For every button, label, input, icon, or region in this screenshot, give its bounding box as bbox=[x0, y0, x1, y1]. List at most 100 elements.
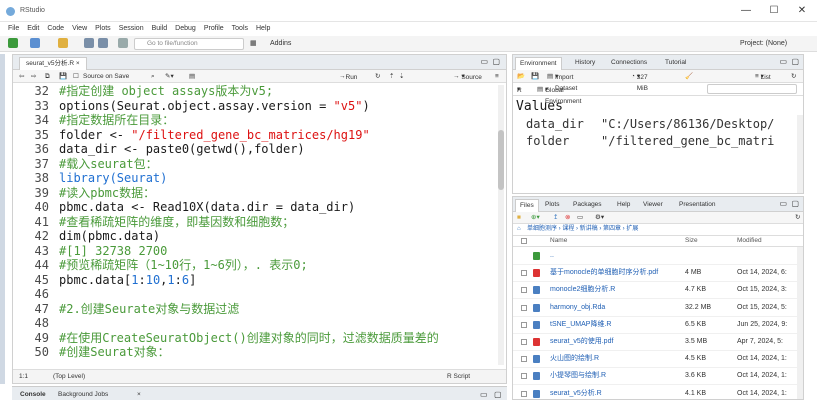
show-in-window-icon[interactable]: ⧉ bbox=[45, 71, 50, 82]
select-all-checkbox[interactable] bbox=[521, 238, 527, 244]
scrollbar-thumb[interactable] bbox=[498, 130, 504, 190]
file-checkbox[interactable] bbox=[521, 304, 527, 311]
menu-file[interactable]: File bbox=[0, 22, 23, 36]
file-name[interactable]: seurat_v5的使用.pdf bbox=[550, 334, 613, 350]
scope-dropdown[interactable]: ▤ Global Environment ▾ bbox=[537, 84, 581, 105]
source-file-tab[interactable]: seurat_v5分析.R × bbox=[19, 57, 87, 70]
code-line[interactable]: 35 folder <- "/filtered_gene_bc_matrices/… bbox=[13, 128, 499, 143]
close-button[interactable]: ✕ bbox=[791, 4, 813, 18]
delete-icon[interactable]: ⊗ bbox=[565, 213, 570, 223]
jump-down-icon[interactable]: ⇣ bbox=[399, 71, 404, 82]
file-checkbox[interactable] bbox=[521, 270, 527, 277]
tab-packages[interactable]: Packages bbox=[569, 199, 606, 212]
code-line[interactable]: 37 #载入seurat包： bbox=[13, 157, 499, 172]
file-name[interactable]: 小提琴图与绘制.R bbox=[550, 368, 606, 384]
minimize-button[interactable]: — bbox=[735, 4, 757, 18]
tab-background-jobs[interactable]: Background Jobs bbox=[58, 389, 108, 400]
code-line[interactable]: 32 #指定创建 object assays版本为v5; bbox=[13, 84, 499, 99]
code-line[interactable]: 44 #预览稀疏矩阵（1~10行，1~6列），. 表示0; bbox=[13, 258, 499, 273]
col-name[interactable]: Name bbox=[550, 236, 567, 246]
search-icon[interactable]: ⌕ bbox=[151, 71, 155, 82]
file-checkbox[interactable] bbox=[521, 287, 527, 294]
tab-history[interactable]: History bbox=[571, 57, 599, 70]
new-folder-icon[interactable]: ■ bbox=[517, 213, 521, 223]
home-icon[interactable]: ⌂ bbox=[517, 224, 521, 235]
source-on-save-checkbox[interactable]: ☐ bbox=[73, 71, 79, 82]
menu-edit[interactable]: Edit bbox=[23, 22, 43, 36]
code-line[interactable]: 45 pbmc.data[1:10,1:6] bbox=[13, 273, 499, 288]
file-checkbox[interactable] bbox=[521, 373, 527, 380]
code-line[interactable]: 33 options(Seurat.object.assay.version = … bbox=[13, 99, 499, 114]
code-line[interactable]: 36 data_dir <- paste0(getwd(),folder) bbox=[13, 142, 499, 157]
upload-icon[interactable]: ↥ bbox=[553, 213, 558, 223]
menu-session[interactable]: Session bbox=[115, 22, 148, 36]
file-checkbox[interactable] bbox=[521, 321, 527, 328]
file-row[interactable]: monocle2细胞分析.R 4.7 KB Oct 15, 2024, 3: bbox=[513, 282, 803, 300]
menu-code[interactable]: Code bbox=[43, 22, 68, 36]
menu-debug[interactable]: Debug bbox=[171, 22, 200, 36]
code-editor[interactable]: 32 #指定创建 object assays版本为v5; 33 options(Seu… bbox=[13, 84, 499, 369]
breadcrumb-path[interactable]: 单细胞测序 › 课程 › 新讲稿 › 第四章 › 扩展 bbox=[527, 224, 638, 235]
tab-help[interactable]: Help bbox=[613, 199, 634, 212]
col-size[interactable]: Size bbox=[685, 236, 698, 246]
addins-button[interactable]: Addins bbox=[270, 38, 291, 50]
outline-icon[interactable]: ≡ bbox=[495, 71, 499, 82]
console-maximize-icon[interactable]: ▢ bbox=[494, 389, 502, 400]
file-name[interactable]: tSNE_UMAP降维.R bbox=[550, 317, 611, 333]
file-row[interactable]: 火山图的绘制.R 4.5 KB Oct 14, 2024, 1: bbox=[513, 351, 803, 369]
menu-plots[interactable]: Plots bbox=[91, 22, 115, 36]
env-scrollbar[interactable] bbox=[797, 115, 803, 193]
print-button[interactable] bbox=[118, 38, 128, 50]
file-row[interactable]: 小提琴图与绘制.R 3.6 KB Oct 14, 2024, 1: bbox=[513, 368, 803, 386]
jump-up-icon[interactable]: ⇡ bbox=[389, 71, 394, 82]
refresh-env-icon[interactable]: ↻ bbox=[791, 71, 796, 82]
code-line[interactable]: 42 dim(pbmc.data) bbox=[13, 229, 499, 244]
close-jobs-icon[interactable]: × bbox=[137, 389, 141, 400]
menu-view[interactable]: View bbox=[68, 22, 91, 36]
file-name[interactable]: 基于monocle的单细胞时序分析.pdf bbox=[550, 265, 658, 281]
save-workspace-icon[interactable]: 💾 bbox=[531, 71, 539, 82]
save-file-icon[interactable]: 💾 bbox=[59, 71, 67, 82]
run-button[interactable]: → Run bbox=[339, 71, 357, 82]
import-dataset-button[interactable]: ▤ Import Dataset ▾ bbox=[547, 71, 577, 92]
file-row[interactable]: seurat_v5分析.R 4.1 KB Oct 14, 2024, 1: bbox=[513, 386, 803, 400]
code-line[interactable]: 43 #[1] 32738 2700 bbox=[13, 244, 499, 259]
source-button[interactable]: → Source ▾ bbox=[453, 71, 482, 82]
close-tab-icon[interactable]: × bbox=[76, 60, 80, 67]
tab-presentation[interactable]: Presentation bbox=[675, 199, 720, 212]
menu-help[interactable]: Help bbox=[252, 22, 274, 36]
file-name[interactable]: .. bbox=[550, 248, 554, 264]
minimize-pane-icon[interactable]: ▭ bbox=[480, 57, 488, 66]
menu-build[interactable]: Build bbox=[148, 22, 172, 36]
file-row[interactable]: 基于monocle的单细胞时序分析.pdf 4 MB Oct 14, 2024, 6… bbox=[513, 265, 803, 283]
tab-viewer[interactable]: Viewer bbox=[639, 199, 667, 212]
code-line[interactable]: 39 #读入pbmc数据： bbox=[13, 186, 499, 201]
tab-console[interactable]: Console bbox=[20, 389, 46, 400]
grid-icon[interactable]: ▦ bbox=[250, 38, 257, 50]
tab-tutorial[interactable]: Tutorial bbox=[661, 57, 690, 70]
save-button[interactable] bbox=[84, 38, 94, 50]
goto-file-input[interactable]: Go to file/function bbox=[134, 38, 244, 50]
console-minimize-icon[interactable]: ▭ bbox=[480, 389, 488, 400]
open-workspace-icon[interactable]: 📂 bbox=[517, 71, 525, 82]
new-blank-file-icon[interactable]: ⊕▾ bbox=[531, 213, 540, 223]
col-modified[interactable]: Modified bbox=[737, 236, 762, 246]
compile-report-icon[interactable]: ▤ bbox=[189, 71, 195, 82]
project-menu[interactable]: Project: (None) bbox=[740, 38, 787, 50]
scope-indicator[interactable]: (Top Level) bbox=[53, 370, 85, 383]
file-row[interactable]: .. bbox=[513, 248, 803, 265]
code-line[interactable]: 46 bbox=[13, 287, 499, 302]
file-name[interactable]: seurat_v5分析.R bbox=[550, 386, 602, 400]
code-line[interactable]: 41 #查看稀疏矩阵的维度，即基因数和细胞数； bbox=[13, 215, 499, 230]
open-file-button[interactable] bbox=[58, 38, 68, 50]
env-search-input[interactable] bbox=[707, 84, 797, 94]
code-line[interactable]: 49 #在使用CreateSeuratObject()创建对象的同时，过滤数据质量… bbox=[13, 331, 499, 346]
code-line[interactable]: 40 pbmc.data <- Read10X(data.dir = data_d… bbox=[13, 200, 499, 215]
file-checkbox[interactable] bbox=[521, 339, 527, 345]
env-row[interactable]: folder "/filtered_gene_bc_matri bbox=[513, 133, 803, 150]
env-minimize-icon[interactable]: ▭ bbox=[779, 57, 787, 66]
maximize-button[interactable]: ☐ bbox=[763, 4, 785, 18]
refresh-files-icon[interactable]: ↻ bbox=[795, 213, 800, 223]
file-row[interactable]: harmony_obj.Rda 32.2 MB Oct 15, 2024, 5: bbox=[513, 300, 803, 317]
new-file-button[interactable] bbox=[8, 38, 18, 50]
